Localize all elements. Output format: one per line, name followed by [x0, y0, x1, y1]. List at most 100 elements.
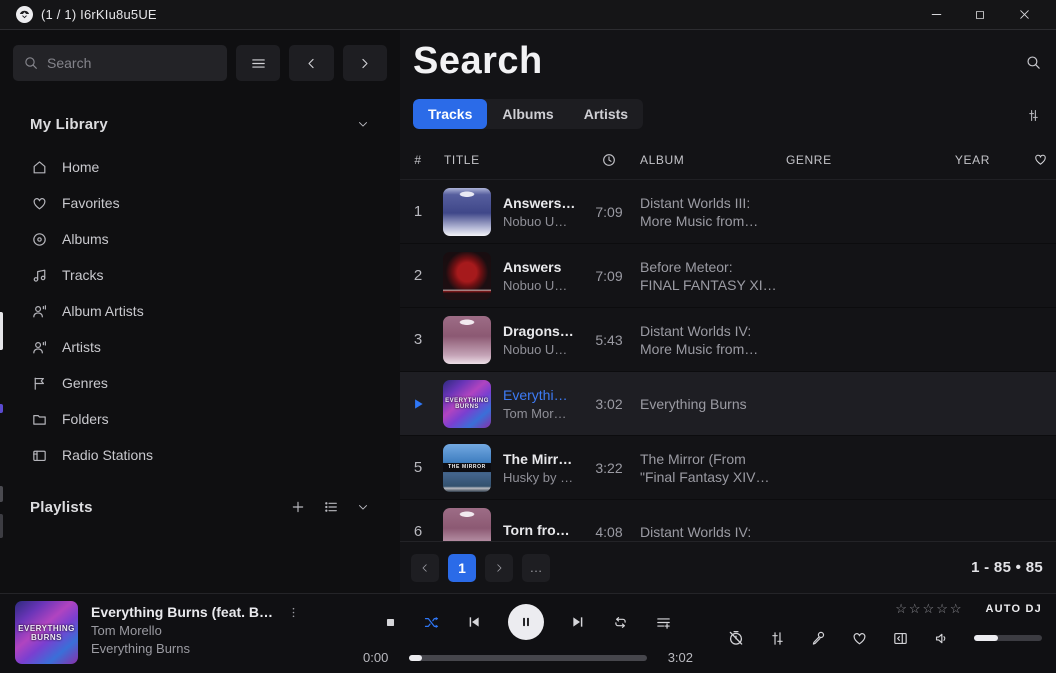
sidebar-item-album-artists[interactable]: Album Artists [0, 293, 400, 329]
add-playlist-icon[interactable] [290, 499, 306, 515]
playlist-list-icon[interactable] [323, 499, 339, 515]
seek-progress [409, 655, 422, 661]
sidebar-item-albums[interactable]: Albums [0, 221, 400, 257]
page-more-button[interactable]: … [522, 554, 550, 582]
track-duration: 3:02 [595, 396, 622, 412]
chevron-down-icon[interactable] [356, 500, 370, 514]
column-year[interactable]: YEAR [955, 153, 1000, 167]
track-artist[interactable]: Nobuo U… [503, 214, 575, 229]
edge-indicator [0, 486, 3, 502]
close-button[interactable] [1002, 0, 1046, 30]
track-artist[interactable]: Tom Mor… [503, 406, 568, 421]
tab-albums[interactable]: Albums [487, 99, 568, 129]
player-track-title[interactable]: Everything Burns (feat. B… [91, 604, 273, 620]
side-queue-panel-icon[interactable] [892, 630, 909, 647]
pause-button[interactable] [508, 604, 544, 640]
sidebar-item-radio-stations[interactable]: Radio Stations [0, 437, 400, 473]
sleep-timer-off-icon[interactable] [727, 629, 745, 647]
sidebar-item-tracks[interactable]: Tracks [0, 257, 400, 293]
now-playing-art[interactable]: EVERYTHING BURNS [15, 601, 78, 664]
sidebar-item-favorites[interactable]: Favorites [0, 185, 400, 221]
menu-button[interactable] [236, 45, 280, 81]
page-title: Search [413, 40, 1043, 83]
sidebar-item-folders[interactable]: Folders [0, 401, 400, 437]
pagination-bar: 1 … 1 - 85 • 85 [400, 541, 1056, 593]
filter-settings-icon[interactable] [1026, 108, 1041, 123]
table-row[interactable]: 6 Torn fro… 4:08 Distant Worlds IV: [400, 500, 1056, 541]
sidebar-item-label: Folders [62, 411, 109, 427]
table-row[interactable]: 1 Answers… Nobuo U… 7:09 Distant Worlds … [400, 180, 1056, 244]
column-genre[interactable]: GENRE [778, 153, 958, 167]
table-row[interactable]: 5 THE MIRROR The Mirr… Husky by … 3:22 T… [400, 436, 1056, 500]
tab-tracks[interactable]: Tracks [413, 99, 487, 129]
volume-icon[interactable] [933, 630, 950, 647]
sidebar-search[interactable] [13, 45, 227, 81]
sidebar: My Library Home [0, 30, 400, 593]
next-button[interactable] [570, 614, 586, 630]
home-icon [30, 158, 49, 177]
album-art [443, 188, 491, 236]
nav-forward-button[interactable] [343, 45, 387, 81]
lyrics-microphone-icon[interactable] [810, 630, 827, 647]
track-artist[interactable]: Husky by … [503, 470, 573, 485]
sidebar-item-artists[interactable]: Artists [0, 329, 400, 365]
sidebar-item-label: Album Artists [62, 303, 144, 319]
column-album[interactable]: ALBUM [632, 153, 778, 167]
album-art [443, 252, 491, 300]
library-section-header[interactable]: My Library [0, 109, 400, 139]
shuffle-button[interactable] [423, 614, 440, 631]
track-artist[interactable]: Nobuo U… [503, 342, 574, 357]
search-tabs: Tracks Albums Artists [413, 99, 643, 129]
table-row[interactable]: 3 Dragons… Nobuo U… 5:43 Distant Worlds … [400, 308, 1056, 372]
app-logo-icon [16, 6, 33, 23]
favorite-heart-icon[interactable] [851, 630, 868, 647]
track-album[interactable]: Distant Worlds IV: More Music from… [632, 322, 778, 358]
sidebar-item-home[interactable]: Home [0, 149, 400, 185]
add-to-playlist-button[interactable] [655, 614, 672, 631]
track-album[interactable]: Distant Worlds IV: [632, 523, 778, 541]
player-album[interactable]: Everything Burns [91, 641, 300, 656]
minimize-button[interactable] [914, 0, 958, 30]
track-album[interactable]: Everything Burns [632, 395, 778, 413]
more-options-icon[interactable] [287, 606, 300, 619]
nav-back-button[interactable] [289, 45, 333, 81]
sidebar-item-genres[interactable]: Genres [0, 365, 400, 401]
repeat-button[interactable] [612, 614, 629, 631]
duration-clock-icon[interactable] [601, 152, 617, 168]
heart-icon[interactable] [1033, 152, 1056, 167]
player-artist[interactable]: Tom Morello [91, 623, 300, 638]
tab-artists[interactable]: Artists [569, 99, 643, 129]
search-input[interactable] [47, 55, 197, 71]
table-row[interactable]: 2 Answers Nobuo U… 7:09 Before Meteor: F… [400, 244, 1056, 308]
track-artist[interactable]: Nobuo U… [503, 278, 567, 293]
table-row-playing[interactable]: EVERYTHING BURNS Everythi… Tom Mor… 3:02… [400, 372, 1056, 436]
maximize-button[interactable] [958, 0, 1002, 30]
column-index[interactable]: # [414, 153, 421, 167]
track-title[interactable]: Answers… [503, 195, 575, 211]
rating-stars[interactable]: ☆☆☆☆☆ [895, 601, 963, 617]
track-title[interactable]: Everythi… [503, 387, 568, 403]
track-album[interactable]: Distant Worlds III: More Music from… [632, 194, 778, 230]
page-prev-button[interactable] [411, 554, 439, 582]
equalizer-settings-icon[interactable] [769, 630, 786, 647]
seek-slider[interactable] [409, 655, 647, 661]
chevron-down-icon[interactable] [356, 117, 370, 131]
previous-button[interactable] [466, 614, 482, 630]
page-next-button[interactable] [485, 554, 513, 582]
track-album[interactable]: The Mirror (From "Final Fantasy XIV… [632, 450, 778, 486]
track-title[interactable]: The Mirr… [503, 451, 573, 467]
track-title[interactable]: Torn fro… [503, 522, 570, 538]
artist-voice-icon [30, 302, 49, 321]
page-number-button[interactable]: 1 [448, 554, 476, 582]
volume-slider[interactable] [974, 635, 1042, 641]
column-title[interactable]: TITLE [436, 153, 586, 167]
track-title[interactable]: Answers [503, 259, 567, 275]
track-title[interactable]: Dragons… [503, 323, 574, 339]
track-album[interactable]: Before Meteor: FINAL FANTASY XI… [632, 258, 778, 294]
sidebar-item-label: Genres [62, 375, 108, 391]
auto-dj-toggle[interactable]: AUTO DJ [986, 603, 1042, 615]
row-index: 1 [414, 203, 422, 220]
stop-button[interactable] [384, 616, 397, 629]
track-duration: 7:09 [595, 204, 622, 220]
search-icon[interactable] [1025, 54, 1042, 71]
